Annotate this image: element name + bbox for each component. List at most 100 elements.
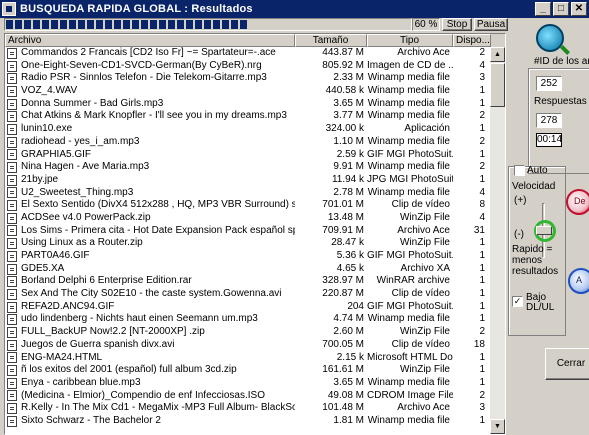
table-row[interactable]: Commandos 2 Francais [CD2 Iso Fr] ~= Spa… (5, 47, 491, 60)
file-type: GIF MGI PhotoSuit... (367, 300, 453, 312)
file-size: 204 (347, 300, 364, 312)
file-name: Juegos de Guerra spanish divx.avi (21, 338, 175, 350)
file-availability: 3 (479, 402, 485, 414)
file-type: Winamp media file (367, 186, 450, 198)
table-row[interactable]: Borland Delphi 6 Enterprise Edition.rar 3… (5, 275, 491, 288)
close-button[interactable]: Cerrar (545, 348, 589, 380)
file-icon (7, 149, 17, 161)
table-row[interactable]: R.Kelly - In The Mix Cd1 - MegaMix -MP3 … (5, 402, 491, 415)
file-size: 328.97 M (322, 275, 364, 287)
results-table: Archivo Tamaño Tipo Dispo... Commandos 2… (4, 33, 506, 435)
table-row[interactable]: FULL_BackUP Now!2.2 [NT-2000XP] .zip 2.60… (5, 326, 491, 339)
column-header-availability[interactable]: Dispo... (453, 34, 491, 47)
table-row[interactable]: udo lindenberg - Nichts haut einen Seema… (5, 313, 491, 326)
auto-checkbox[interactable] (514, 165, 525, 176)
table-row[interactable]: Los Sims - Primera cita - Hot Date Expan… (5, 225, 491, 238)
file-size: 101.48 M (322, 402, 364, 414)
table-row[interactable]: Sixto Schwarz - The Bachelor 2 1.81 M Wina… (5, 415, 491, 428)
red-ball-button[interactable]: De (566, 189, 589, 215)
table-row[interactable]: Nina Hagen - Ave Maria.mp3 9.91 M Winamp m… (5, 161, 491, 174)
responses-value: 278 (536, 113, 562, 128)
blue-ball-button[interactable]: A (568, 268, 589, 294)
vertical-scrollbar[interactable]: ▲ ▼ (490, 47, 505, 434)
table-row[interactable]: GDE5.XA 4.65 k Archivo XA 1 (5, 263, 491, 276)
file-icon (7, 263, 17, 275)
table-row[interactable]: U2_Sweetest_Thing.mp3 2.78 M Winamp media … (5, 187, 491, 200)
minimize-button[interactable]: _ (535, 2, 551, 16)
file-availability: 1 (479, 237, 485, 249)
pause-button[interactable]: Pausa (474, 18, 508, 31)
column-header-size[interactable]: Tamaño (295, 34, 367, 47)
column-header-type[interactable]: Tipo (367, 34, 453, 47)
file-type: Clip de vídeo (391, 288, 450, 300)
file-name: FULL_BackUP Now!2.2 [NT-2000XP] .zip (21, 326, 205, 338)
rapid-label: Rapido = (512, 244, 553, 255)
file-size: 2.60 M (333, 326, 364, 338)
file-availability: 3 (479, 72, 485, 84)
stop-button[interactable]: Stop (442, 18, 472, 31)
table-row[interactable]: PART0A46.GIF 5.36 k GIF MGI PhotoSuit... 1 (5, 250, 491, 263)
file-availability: 1 (479, 300, 485, 312)
dlul-label: DL/UL (526, 302, 555, 313)
table-row[interactable]: Chat Atkins & Mark Knopfler - I'll see y… (5, 110, 491, 123)
file-size: 11.94 k (331, 173, 364, 185)
file-name: Donna Summer - Bad Girls.mp3 (21, 97, 164, 109)
maximize-button[interactable]: □ (553, 2, 569, 16)
file-cell: 21by.jpe (5, 174, 295, 187)
table-row[interactable]: REFA2D.ANC94.GIF 204 GIF MGI PhotoSuit... 1 (5, 301, 491, 314)
table-row[interactable]: lunin10.exe 324.00 k Aplicación 1 (5, 123, 491, 136)
file-name: GDE5.XA (21, 262, 65, 274)
table-row[interactable]: Radio PSR - Sinnlos Telefon - Die Teleko… (5, 72, 491, 85)
file-name: Sixto Schwarz - The Bachelor 2 (21, 414, 161, 426)
file-icon (7, 200, 17, 212)
table-row[interactable]: ACDSee v4.0 PowerPack.zip 13.48 M WinZip F… (5, 212, 491, 225)
file-name: ñ los exitos del 2001 (español) full alb… (21, 364, 237, 376)
file-icon (7, 123, 17, 135)
file-availability: 1 (479, 313, 485, 325)
file-size: 805.92 M (322, 59, 364, 71)
table-row[interactable]: Sex And The City S02E10 - the caste syst… (5, 288, 491, 301)
column-header-file[interactable]: Archivo (5, 34, 295, 47)
table-row[interactable]: VOZ_4.WAV 440.58 k Winamp media file 1 (5, 85, 491, 98)
file-type: Winamp media file (367, 97, 450, 109)
results-label: resultados (512, 266, 559, 277)
low-dlul-checkbox[interactable]: ✓ (512, 296, 523, 307)
scroll-thumb[interactable] (490, 63, 505, 107)
file-size: 2.59 k (336, 148, 364, 160)
file-availability: 1 (479, 173, 485, 185)
file-icon (7, 187, 17, 199)
file-size: 1.10 M (333, 135, 364, 147)
speed-slider-thumb[interactable] (536, 226, 552, 235)
file-type: Imagen de CD de ... (367, 59, 453, 71)
table-row[interactable]: ñ los exitos del 2001 (español) full alb… (5, 364, 491, 377)
results-panel: 60 % Stop Pausa Archivo Tamaño Tipo Disp… (0, 18, 508, 435)
scroll-down-arrow-icon[interactable]: ▼ (490, 419, 505, 434)
file-availability: 2 (479, 110, 485, 122)
table-row[interactable]: Juegos de Guerra spanish divx.avi 700.05 … (5, 339, 491, 352)
table-row[interactable]: GRAPHIA5.GIF 2.59 k GIF MGI PhotoSuit... 1 (5, 149, 491, 162)
title-bar: BUSQUEDA RAPIDA GLOBAL : Resultados _ □ … (0, 0, 589, 18)
file-icon (7, 212, 17, 224)
file-cell: REFA2D.ANC94.GIF (5, 301, 295, 314)
file-name: udo lindenberg - Nichts haut einen Seema… (21, 313, 258, 325)
table-row[interactable]: Donna Summer - Bad Girls.mp3 3.65 M Winamp… (5, 98, 491, 111)
file-type: Winamp media file (367, 85, 450, 97)
file-icon (7, 403, 17, 415)
table-row[interactable]: (Medicina - Elmior)_Compendio de enf Inf… (5, 390, 491, 403)
table-row[interactable]: One-Eight-Seven-CD1-SVCD-German(By CyBeR… (5, 60, 491, 73)
file-cell: R.Kelly - In The Mix Cd1 - MegaMix -MP3 … (5, 402, 295, 415)
file-icon (7, 301, 17, 313)
table-row[interactable]: Enya - caribbean blue.mp3 3.65 M Winamp me… (5, 377, 491, 390)
table-row[interactable]: radiohead - yes_i_am.mp3 1.10 M Winamp med… (5, 136, 491, 149)
table-row[interactable]: ENG-MA24.HTML 2.15 k Microsoft HTML Do... 1 (5, 352, 491, 365)
scroll-up-arrow-icon[interactable]: ▲ (490, 47, 505, 62)
table-row[interactable]: 21by.jpe 11.94 kJPG MGI PhotoSuit... 1 (5, 174, 491, 187)
file-type: Clip de vídeo (391, 338, 450, 350)
close-window-button[interactable]: ✕ (571, 2, 587, 16)
table-row[interactable]: El Sexto Sentido (DivX4 512x288 , HQ, MP… (5, 199, 491, 212)
file-type: WinZip File (399, 211, 450, 223)
table-header: Archivo Tamaño Tipo Dispo... (5, 34, 505, 47)
table-row[interactable]: Using Linux as a Router.zip 28.47 k WinZip… (5, 237, 491, 250)
file-icon (7, 73, 17, 85)
less-label: menos (512, 255, 543, 266)
